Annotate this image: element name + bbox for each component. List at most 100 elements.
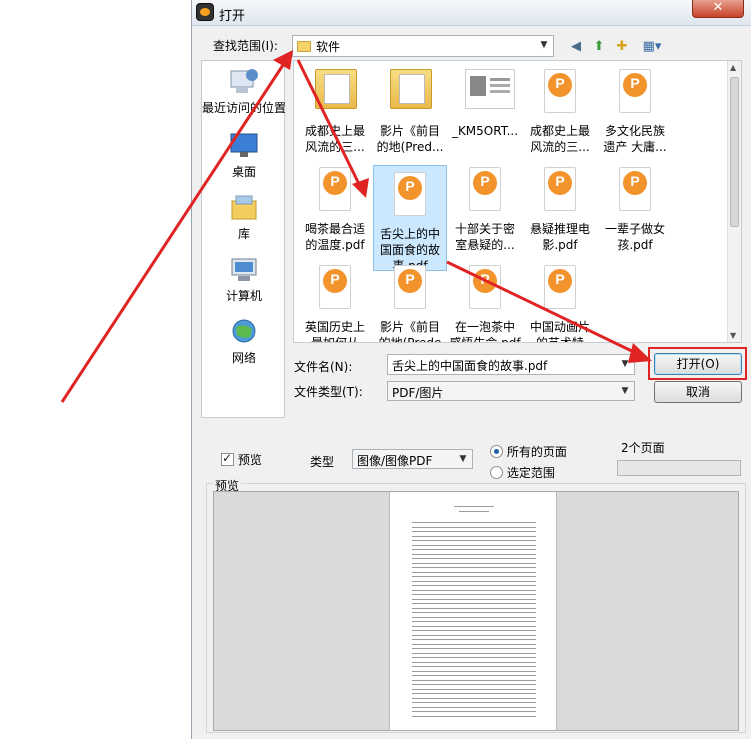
pdf-file-icon: P	[619, 167, 651, 211]
chevron-down-icon: ▼	[540, 40, 548, 50]
preview-text-line	[412, 715, 536, 717]
file-item-selected[interactable]: P 舌尖上的中 国面食的故 事.pdf	[373, 165, 447, 273]
lookin-combo[interactable]: 软件 ▼	[292, 35, 554, 57]
all-pages-radio[interactable]: 所有的页面	[490, 443, 567, 460]
filetype-label: 文件类型(T):	[294, 385, 363, 399]
file-list[interactable]: 成都史上最 风流的三... 影片《前目 的地(Pred... _KM5ORT..…	[293, 60, 742, 343]
preview-text-line	[412, 567, 536, 568]
preview-text-line	[412, 535, 536, 537]
preview-text-line	[412, 531, 536, 532]
radio-icon[interactable]	[490, 466, 503, 479]
preview-text-line	[412, 526, 536, 528]
app-logo-icon	[196, 3, 214, 21]
preview-text-line	[412, 585, 536, 586]
type-select[interactable]: 图像/图像PDF ▼	[352, 449, 473, 469]
view-menu-icon[interactable]: ▦▾	[638, 38, 666, 56]
preview-text-line	[412, 544, 536, 546]
close-button[interactable]: ✕	[692, 0, 744, 18]
back-icon[interactable]: ◀	[567, 38, 585, 56]
preview-checkbox-label: 预览	[237, 453, 262, 467]
preview-text-line	[412, 634, 536, 636]
place-recent-label: 最近访问的位置	[202, 101, 287, 115]
place-network-label: 网络	[231, 351, 256, 365]
file-item[interactable]: P 多文化民族 遗产 大庸...	[598, 63, 672, 155]
preview-text-line	[412, 589, 536, 591]
filename-input[interactable]: 舌尖上的中国面食的故事.pdf ▼	[387, 354, 635, 375]
preview-text-line	[412, 670, 536, 672]
preview-text-line	[412, 688, 536, 690]
file-item[interactable]: P 影片《前目 的地(Prede	[373, 259, 447, 342]
new-folder-icon[interactable]: ✚	[613, 38, 631, 56]
place-computer[interactable]: 计算机	[202, 255, 286, 304]
desktop-icon	[228, 131, 260, 161]
file-item[interactable]: 成都史上最 风流的三...	[298, 63, 372, 155]
pdf-file-icon: P	[319, 265, 351, 309]
folder-icon	[390, 69, 432, 109]
chevron-down-icon: ▼	[459, 454, 467, 464]
place-network[interactable]: 网络	[202, 317, 286, 366]
vertical-scrollbar[interactable]: ▲ ▼	[727, 61, 741, 342]
preview-text-line	[412, 549, 536, 550]
up-folder-icon[interactable]: ⬆	[590, 38, 608, 56]
preview-text-line	[412, 553, 536, 555]
pdf-file-icon: P	[544, 69, 576, 113]
cancel-button[interactable]: 取消	[654, 381, 742, 403]
preview-text-line	[412, 657, 536, 658]
file-item[interactable]: _KM5ORT...	[448, 63, 522, 139]
preview-text-line	[412, 679, 536, 681]
type-value: 图像/图像PDF	[357, 454, 433, 468]
page-count: 2个页面	[621, 441, 665, 455]
file-item[interactable]: P 一辈子做女 孩.pdf	[598, 161, 672, 253]
file-item[interactable]: P 中国动画片 的艺术特	[523, 259, 597, 342]
preview-text-line	[412, 639, 536, 640]
file-item[interactable]: P 成都史上最 风流的三...	[523, 63, 597, 155]
recent-places-icon	[228, 67, 260, 97]
chevron-down-icon: ▼	[621, 359, 629, 369]
window-title: 打开	[219, 9, 246, 24]
preview-checkbox[interactable]: 预览	[221, 451, 262, 468]
place-libraries[interactable]: 库	[202, 193, 286, 242]
preview-text-line	[412, 562, 536, 564]
checkbox-icon[interactable]	[221, 451, 234, 466]
preview-text-line	[412, 616, 536, 618]
pdf-file-icon: P	[544, 167, 576, 211]
select-range-label: 选定范围	[506, 466, 555, 480]
pdf-file-icon: P	[394, 265, 426, 309]
places-bar: 最近访问的位置 桌面 库 计算机 网络	[201, 60, 286, 418]
preview-text-line	[412, 540, 536, 541]
file-item[interactable]: P 悬疑推理电 影.pdf	[523, 161, 597, 253]
place-computer-label: 计算机	[225, 289, 262, 303]
file-item[interactable]: P 在一泡茶中 感悟生命.pdf	[448, 259, 522, 342]
scroll-thumb[interactable]	[730, 77, 739, 227]
folder-icon	[315, 69, 357, 109]
place-desktop[interactable]: 桌面	[202, 131, 286, 180]
pdf-file-icon: P	[619, 69, 651, 113]
scroll-up-icon[interactable]: ▲	[730, 63, 736, 72]
progress-bar	[617, 460, 741, 476]
file-item[interactable]: P 十部关于密 室悬疑的...	[448, 161, 522, 253]
file-item[interactable]: P 喝茶最合适 的温度.pdf	[298, 161, 372, 253]
select-range-radio[interactable]: 选定范围	[490, 464, 555, 481]
preview-text-line	[412, 697, 536, 699]
place-libraries-label: 库	[237, 227, 250, 241]
scroll-down-icon[interactable]: ▼	[730, 331, 736, 340]
preview-text-line	[412, 706, 536, 708]
computer-icon	[228, 255, 260, 285]
preview-text-line	[412, 522, 536, 523]
preview-text-line	[412, 621, 536, 622]
preview-text-line	[412, 630, 536, 631]
type-label: 类型	[310, 455, 335, 469]
pdf-file-icon: P	[319, 167, 351, 211]
preview-text-line	[412, 666, 536, 667]
preview-text-line	[412, 693, 536, 694]
preview-text-line	[412, 571, 536, 573]
file-item[interactable]: P 英国历史上 最如何从	[298, 259, 372, 342]
radio-icon[interactable]	[490, 445, 503, 458]
place-recent[interactable]: 最近访问的位置	[202, 67, 286, 116]
file-item[interactable]: 影片《前目 的地(Pred...	[373, 63, 447, 155]
filetype-value: PDF/图片	[392, 386, 444, 400]
filetype-select[interactable]: PDF/图片 ▼	[387, 381, 635, 401]
preview-text-line	[412, 643, 536, 645]
title-bar[interactable]: 打开 ✕	[192, 0, 751, 26]
preview-pane	[213, 491, 739, 731]
